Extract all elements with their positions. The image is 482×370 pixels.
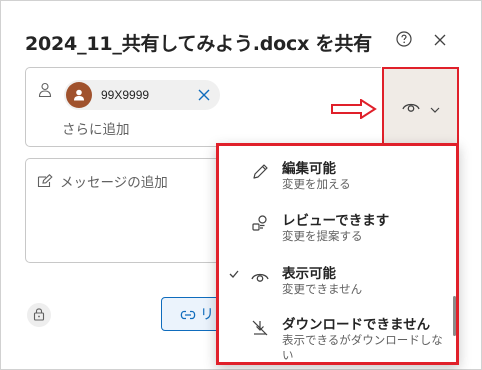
help-circle-icon — [396, 31, 412, 51]
link-settings-button[interactable] — [27, 303, 51, 327]
pencil-icon — [249, 161, 271, 183]
message-field[interactable]: メッセージの追加 — [25, 158, 225, 263]
add-more-input[interactable]: さらに追加 — [62, 118, 130, 138]
recipients-field[interactable]: 99X9999 さらに追加 — [25, 67, 381, 147]
dialog-title: 2024_11_共有してみよう.docx を共有 — [25, 33, 372, 55]
copy-link-label: リ — [200, 307, 214, 323]
menu-item-title: レビューできます — [282, 213, 390, 229]
avatar — [66, 82, 92, 108]
permission-menu: 編集可能 変更を加える レビューできます 変更を提案する 表示可能 変更できませ… — [216, 143, 459, 365]
menu-scrollbar[interactable] — [453, 296, 456, 336]
menu-item-can-review[interactable]: レビューできます 変更を提案する — [219, 209, 456, 249]
red-arrow-icon — [331, 98, 377, 123]
menu-item-can-edit[interactable]: 編集可能 変更を加える — [219, 157, 456, 197]
menu-item-title: 表示可能 — [282, 266, 336, 282]
no-download-icon — [249, 317, 271, 339]
menu-item-description: 変更を提案する — [282, 229, 363, 243]
chevron-down-icon — [430, 98, 440, 117]
review-icon — [249, 213, 271, 235]
eye-icon — [401, 98, 420, 117]
recipient-chip[interactable]: 99X9999 — [64, 80, 220, 110]
message-placeholder: メッセージの追加 — [60, 175, 168, 191]
copy-link-button[interactable]: リ — [161, 297, 221, 331]
recipient-name: 99X9999 — [101, 88, 150, 102]
menu-item-description: 表示できるがダウンロードしない — [282, 333, 443, 362]
person-icon — [38, 82, 52, 102]
menu-item-title: ダウンロードできません — [282, 317, 431, 333]
remove-recipient-button[interactable] — [196, 87, 212, 103]
menu-item-title: 編集可能 — [282, 161, 336, 177]
checkmark-icon — [229, 268, 239, 282]
close-icon — [433, 32, 447, 51]
help-button[interactable] — [394, 31, 414, 51]
menu-item-no-download[interactable]: ダウンロードできません 表示できるがダウンロードしない — [219, 313, 456, 362]
share-dialog: 2024_11_共有してみよう.docx を共有 99X9999 さらに追加 メ… — [0, 0, 482, 370]
menu-item-description: 変更できません — [282, 282, 363, 296]
link-icon — [180, 305, 196, 324]
close-button[interactable] — [430, 31, 450, 51]
permission-dropdown-button[interactable] — [382, 67, 459, 147]
compose-icon — [37, 173, 53, 192]
remove-icon — [198, 89, 210, 101]
lock-icon — [33, 306, 45, 325]
eye-icon — [249, 266, 271, 288]
menu-item-description: 変更を加える — [282, 177, 351, 191]
menu-item-can-view[interactable]: 表示可能 変更できません — [219, 262, 456, 302]
